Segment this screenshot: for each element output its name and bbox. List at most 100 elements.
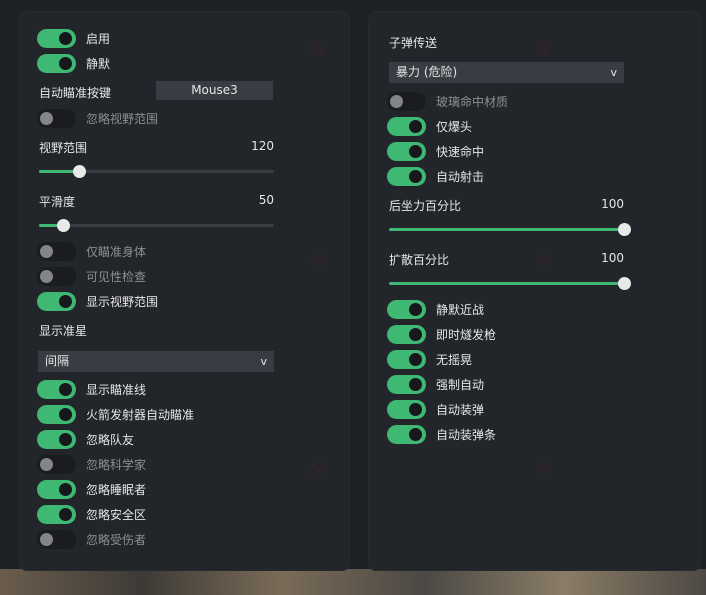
- ignore-safezone-label: 忽略安全区: [86, 507, 147, 522]
- no-sway-toggle[interactable]: [387, 349, 426, 369]
- vis-check-label: 可见性检查: [86, 269, 147, 284]
- toggle-knob: [40, 244, 53, 258]
- auto-reload-row[interactable]: 自动装弹: [387, 399, 484, 419]
- no-sway-label: 无摇晃: [436, 352, 473, 367]
- instant-flint-toggle[interactable]: [387, 324, 426, 344]
- ignore-team-label: 忽略队友: [86, 432, 135, 447]
- toggle-knob: [409, 327, 422, 341]
- fov-label: 视野范围: [39, 141, 88, 155]
- glass-hit-label: 玻璃命中材质: [436, 94, 509, 109]
- auto-fire-label: 自动射击: [436, 169, 485, 184]
- toggle-knob: [40, 457, 53, 471]
- toggle-knob: [59, 31, 72, 45]
- weapon-panel: 子弹传送 暴力 (危险) v 玻璃命中材质 仅爆头 快速命中 自动射击 后坐力百…: [368, 11, 701, 571]
- ignore-safezone-toggle[interactable]: [37, 504, 76, 524]
- fast-hit-label: 快速命中: [436, 144, 485, 159]
- show-fov-row[interactable]: 显示视野范围: [37, 291, 158, 311]
- fast-hit-row[interactable]: 快速命中: [387, 141, 484, 161]
- toggle-knob: [409, 352, 422, 366]
- crosshair-select[interactable]: 间隔 v: [38, 351, 274, 372]
- chevron-down-icon: v: [260, 355, 267, 368]
- smooth-label: 平滑度: [39, 195, 76, 209]
- spread-label: 扩散百分比: [389, 253, 450, 267]
- toggle-knob: [409, 119, 422, 133]
- game-background-strip: [0, 569, 706, 595]
- ignore-sleepers-label: 忽略睡眠者: [86, 482, 147, 497]
- spread-slider-thumb[interactable]: [618, 277, 631, 290]
- fov-slider[interactable]: [39, 165, 274, 178]
- ignore-sleepers-row[interactable]: 忽略睡眠者: [37, 479, 146, 499]
- fov-slider-thumb[interactable]: [72, 165, 86, 178]
- recoil-slider[interactable]: [389, 223, 631, 236]
- silent-melee-row[interactable]: 静默近战: [387, 299, 484, 319]
- silent-toggle[interactable]: [37, 53, 76, 73]
- toggle-knob: [59, 482, 72, 496]
- auto-fire-row[interactable]: 自动射击: [387, 166, 484, 186]
- aim-line-row[interactable]: 显示瞄准线: [37, 379, 146, 399]
- auto-reload-toggle[interactable]: [387, 399, 426, 419]
- glass-hit-row[interactable]: 玻璃命中材质: [387, 91, 508, 111]
- ignore-wounded-toggle[interactable]: [37, 529, 76, 549]
- toggle-knob: [409, 169, 422, 183]
- vis-check-toggle[interactable]: [37, 266, 76, 286]
- ignore-scientist-row[interactable]: 忽略科学家: [37, 454, 146, 474]
- instant-flint-row[interactable]: 即时燧发枪: [387, 324, 496, 344]
- aim-line-label: 显示瞄准线: [86, 382, 147, 397]
- toggle-knob: [59, 56, 72, 70]
- recoil-slider-fill: [389, 228, 624, 231]
- rocket-aim-toggle[interactable]: [37, 404, 76, 424]
- force-auto-toggle[interactable]: [387, 374, 426, 394]
- toggle-knob: [409, 302, 422, 316]
- ignore-fov-toggle[interactable]: [37, 108, 76, 128]
- body-only-toggle[interactable]: [37, 241, 76, 261]
- ignore-fov-row[interactable]: 忽略视野范围: [37, 108, 158, 128]
- toggle-knob: [390, 94, 403, 108]
- enable-toggle[interactable]: [37, 28, 76, 48]
- crosshair-selected: 间隔: [45, 354, 70, 368]
- aim-key-label: 自动瞄准按键: [39, 86, 112, 100]
- toggle-knob: [59, 382, 72, 396]
- fast-hit-toggle[interactable]: [387, 141, 426, 161]
- show-fov-toggle[interactable]: [37, 291, 76, 311]
- headshot-only-row[interactable]: 仅爆头: [387, 116, 472, 136]
- enable-row[interactable]: 启用: [37, 28, 110, 48]
- auto-reload-bar-toggle[interactable]: [387, 424, 426, 444]
- body-only-row[interactable]: 仅瞄准身体: [37, 241, 146, 261]
- headshot-only-toggle[interactable]: [387, 116, 426, 136]
- ignore-team-toggle[interactable]: [37, 429, 76, 449]
- toggle-knob: [40, 532, 53, 546]
- toggle-knob: [409, 402, 422, 416]
- no-sway-row[interactable]: 无摇晃: [387, 349, 472, 369]
- toggle-knob: [40, 269, 53, 283]
- glass-hit-toggle[interactable]: [387, 91, 426, 111]
- ignore-scientist-toggle[interactable]: [37, 454, 76, 474]
- rocket-aim-row[interactable]: 火箭发射器自动瞄准: [37, 404, 194, 424]
- aim-line-toggle[interactable]: [37, 379, 76, 399]
- aim-key-button[interactable]: Mouse3: [156, 81, 273, 100]
- smooth-slider-thumb[interactable]: [56, 219, 70, 232]
- spread-slider[interactable]: [389, 277, 631, 290]
- recoil-slider-thumb[interactable]: [618, 223, 631, 236]
- force-auto-row[interactable]: 强制自动: [387, 374, 484, 394]
- auto-reload-label: 自动装弹: [436, 402, 485, 417]
- ignore-team-row[interactable]: 忽略队友: [37, 429, 134, 449]
- vis-check-row[interactable]: 可见性检查: [37, 266, 146, 286]
- chevron-down-icon: v: [610, 66, 617, 79]
- bullet-tp-select[interactable]: 暴力 (危险) v: [389, 62, 624, 83]
- ignore-safezone-row[interactable]: 忽略安全区: [37, 504, 146, 524]
- auto-reload-bar-row[interactable]: 自动装弹条: [387, 424, 496, 444]
- silent-label: 静默: [86, 56, 111, 71]
- crosshair-label: 显示准星: [39, 324, 88, 338]
- toggle-knob: [59, 407, 72, 421]
- spread-value: 100: [601, 251, 624, 265]
- ignore-scientist-label: 忽略科学家: [86, 457, 147, 472]
- silent-row[interactable]: 静默: [37, 53, 110, 73]
- silent-melee-label: 静默近战: [436, 302, 485, 317]
- auto-fire-toggle[interactable]: [387, 166, 426, 186]
- smooth-slider[interactable]: [39, 219, 274, 232]
- auto-reload-bar-label: 自动装弹条: [436, 427, 497, 442]
- ignore-sleepers-toggle[interactable]: [37, 479, 76, 499]
- silent-melee-toggle[interactable]: [387, 299, 426, 319]
- fov-value: 120: [251, 139, 274, 153]
- ignore-wounded-row[interactable]: 忽略受伤者: [37, 529, 146, 549]
